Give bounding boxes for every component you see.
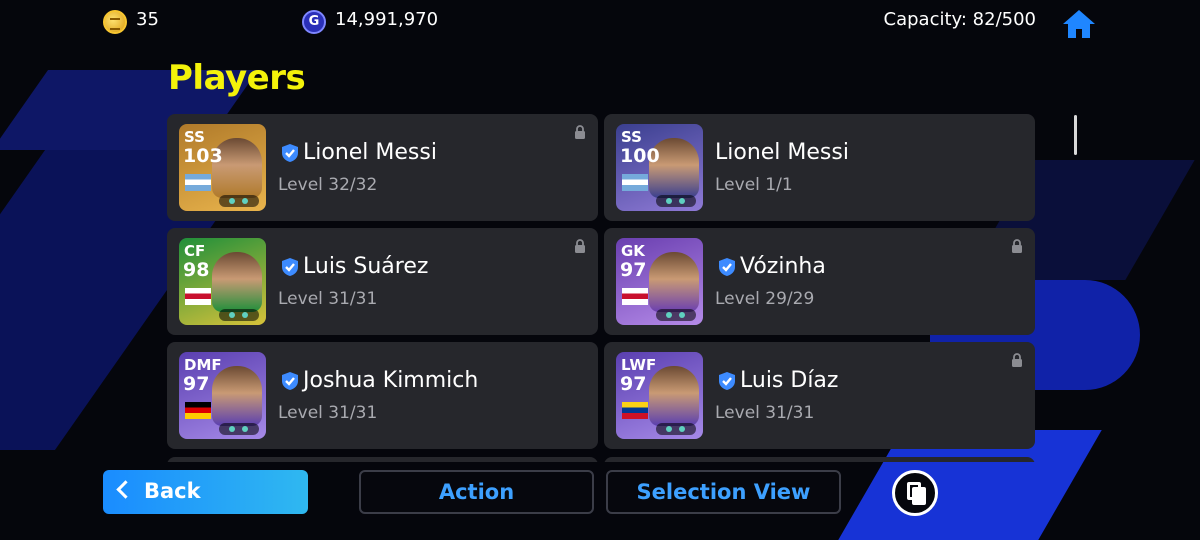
gp-balance: 14,991,970 — [335, 9, 439, 30]
skill-indicator — [219, 195, 259, 207]
nation-flag — [185, 288, 211, 305]
player-level: Level 31/31 — [278, 403, 378, 423]
lock-icon — [1012, 239, 1022, 253]
player-name: Lionel Messi — [303, 140, 437, 165]
player-card[interactable]: DMF 97 Joshua Kimmich Level 31/31 — [167, 342, 598, 449]
nation-flag — [622, 402, 648, 419]
player-card-image: CF 98 — [179, 238, 266, 325]
capacity-label: Capacity: 82/500 — [883, 9, 1036, 30]
player-position: SS — [184, 128, 205, 146]
player-card-image: DMF 97 — [179, 352, 266, 439]
player-portrait — [212, 252, 262, 312]
player-portrait — [649, 252, 699, 312]
list-item-peek — [167, 457, 598, 462]
players-grid: SS 103 Lionel Messi Level 32/32 SS 100 L… — [167, 114, 1035, 462]
player-rating: 97 — [620, 373, 647, 395]
player-rating: 98 — [183, 259, 210, 281]
gp-icon: G — [302, 10, 326, 34]
player-rating: 97 — [183, 373, 210, 395]
player-card[interactable]: SS 103 Lionel Messi Level 32/32 — [167, 114, 598, 221]
lock-icon — [575, 125, 585, 139]
player-name: Vózinha — [740, 254, 826, 279]
skill-indicator — [219, 309, 259, 321]
verified-icon — [282, 144, 298, 162]
coins-balance: 35 — [136, 9, 159, 30]
player-card[interactable]: CF 98 Luis Suárez Level 31/31 — [167, 228, 598, 335]
skill-indicator — [656, 423, 696, 435]
player-level: Level 31/31 — [715, 403, 815, 423]
skill-indicator — [656, 195, 696, 207]
player-position: SS — [621, 128, 642, 146]
top-status-bar: 35 G 14,991,970 Capacity: 82/500 — [0, 0, 1200, 44]
player-rating: 103 — [183, 145, 223, 167]
player-position: LWF — [621, 356, 657, 374]
back-button[interactable]: Back — [103, 470, 308, 514]
player-portrait — [212, 366, 262, 426]
player-card[interactable]: LWF 97 Luis Díaz Level 31/31 — [604, 342, 1035, 449]
verified-icon — [282, 372, 298, 390]
player-rating: 100 — [620, 145, 660, 167]
nation-flag — [185, 174, 211, 191]
player-position: GK — [621, 242, 645, 260]
lock-icon — [1012, 353, 1022, 367]
player-card-image: SS 100 — [616, 124, 703, 211]
skill-indicator — [219, 423, 259, 435]
copy-icon[interactable] — [892, 470, 938, 516]
player-card-image: GK 97 — [616, 238, 703, 325]
list-item-peek — [604, 457, 1035, 462]
player-position: DMF — [184, 356, 222, 374]
player-level: Level 1/1 — [715, 175, 793, 195]
home-icon[interactable] — [1061, 8, 1097, 40]
player-rating: 97 — [620, 259, 647, 281]
player-card-image: LWF 97 — [616, 352, 703, 439]
selection-view-button[interactable]: Selection View — [606, 470, 841, 514]
nation-flag — [622, 288, 648, 305]
player-name: Luis Díaz — [740, 368, 839, 393]
nation-flag — [185, 402, 211, 419]
page-title: Players — [168, 58, 306, 98]
player-card-image: SS 103 — [179, 124, 266, 211]
player-card[interactable]: SS 100 Lionel Messi Level 1/1 — [604, 114, 1035, 221]
lock-icon — [575, 239, 585, 253]
skill-indicator — [656, 309, 696, 321]
player-name: Lionel Messi — [715, 140, 849, 165]
player-name: Luis Suárez — [303, 254, 429, 279]
verified-icon — [719, 372, 735, 390]
nation-flag — [622, 174, 648, 191]
player-position: CF — [184, 242, 206, 260]
efootball-coin-icon — [103, 10, 127, 34]
action-button[interactable]: Action — [359, 470, 594, 514]
player-name: Joshua Kimmich — [303, 368, 479, 393]
verified-icon — [282, 258, 298, 276]
player-level: Level 31/31 — [278, 289, 378, 309]
player-level: Level 32/32 — [278, 175, 378, 195]
player-portrait — [649, 366, 699, 426]
player-level: Level 29/29 — [715, 289, 815, 309]
chevron-left-icon — [116, 480, 135, 499]
player-card[interactable]: GK 97 Vózinha Level 29/29 — [604, 228, 1035, 335]
verified-icon — [719, 258, 735, 276]
scrollbar[interactable] — [1074, 115, 1077, 155]
back-button-label: Back — [144, 479, 201, 503]
